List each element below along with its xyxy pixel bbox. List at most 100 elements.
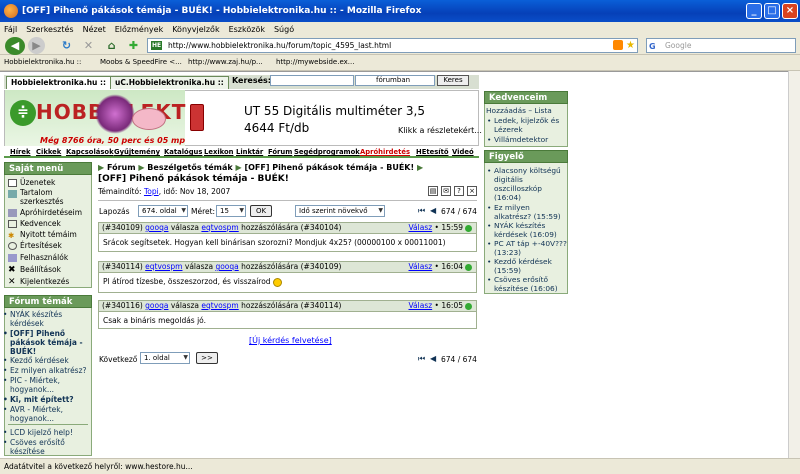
topic-link[interactable]: LCD kijelző help! — [3, 428, 90, 437]
next-page-select[interactable]: 1. oldal — [140, 352, 190, 364]
menu-tools[interactable]: Eszközök — [229, 25, 265, 34]
menu-ertesitesek[interactable]: Értesítések — [8, 241, 62, 250]
nav-cikkek[interactable]: Cikkek — [36, 148, 61, 156]
menu-tartalom[interactable]: Tartalom szerkesztés — [8, 188, 90, 206]
ad-title[interactable]: UT 55 Digitális multiméter 3,5 — [244, 104, 425, 118]
reload-icon[interactable]: ↻ — [58, 37, 75, 54]
topic-link[interactable]: Kezdő kérdések — [3, 356, 90, 365]
post-author-link[interactable]: gooqa — [145, 301, 168, 310]
prev-page-icon[interactable]: ◀ — [430, 354, 436, 363]
topic-link[interactable]: AVR - Miértek, hogyanok... — [3, 405, 90, 423]
vote-icon[interactable] — [465, 263, 472, 271]
page-select[interactable]: 674. oldal — [138, 205, 188, 217]
topic-link[interactable]: Csöves erősítő készítése — [3, 438, 90, 456]
google-icon[interactable]: G — [649, 40, 656, 53]
home-icon[interactable]: ⌂ — [103, 37, 120, 54]
menu-kedvencek[interactable]: Kedvencek — [8, 219, 61, 228]
help-icon[interactable]: ? — [454, 186, 464, 196]
nav-katalogus[interactable]: Katalógus — [164, 148, 202, 156]
mail-icon[interactable]: ✉ — [441, 186, 451, 196]
menu-beallitasok[interactable]: ✖ Beállítások — [8, 265, 61, 275]
tab-uc[interactable]: uC.Hobbielektronika.hu :: — [110, 76, 229, 89]
meta-user-link[interactable]: Topi — [144, 187, 159, 196]
watch-item[interactable]: Alacsony költségű digitális oszcilloszkó… — [487, 166, 568, 202]
ok-button[interactable]: OK — [250, 205, 272, 217]
bookmark-2[interactable]: Moobs & SpeedFire <... — [100, 58, 182, 66]
favorite-item[interactable]: Villámdetektor — [487, 135, 568, 144]
post-reply-to-link[interactable]: eqtvospm — [201, 301, 238, 310]
crumb-forum[interactable]: Fórum — [107, 163, 136, 172]
reply-link[interactable]: Válasz — [409, 223, 433, 232]
watch-item[interactable]: PC AT táp +-40V??? (13:23) — [487, 239, 568, 257]
menu-aprohirdeteseim[interactable]: Apróhirdetéseim — [8, 208, 82, 217]
maximize-button[interactable]: □ — [764, 3, 780, 19]
forward-icon[interactable]: ▶ — [28, 37, 45, 54]
watch-item[interactable]: Ez milyen alkatrész? (15:59) — [487, 203, 568, 221]
multimeter-icon[interactable] — [190, 104, 204, 131]
star-icon[interactable]: ★ — [626, 39, 635, 52]
post-reply-to-link[interactable]: eqtvospm — [201, 223, 238, 232]
post-reply-to-link[interactable]: gooqa — [215, 262, 238, 271]
crumb-category[interactable]: Beszélgetős témák — [147, 163, 232, 172]
menu-help[interactable]: Súgó — [274, 25, 294, 34]
menu-history[interactable]: Előzmények — [115, 25, 163, 34]
new-question-link[interactable]: [Új kérdés felvetése] — [249, 336, 332, 345]
site-search-scope[interactable]: fórumban — [355, 75, 435, 86]
menu-kijelentkezes[interactable]: ✕ Kijelentkezés — [8, 277, 69, 287]
topic-link[interactable]: Ki, mit épített? — [3, 395, 90, 404]
topic-link[interactable]: NYÁK készítés kérdések — [3, 310, 90, 328]
menu-felhasznalok[interactable]: Felhasználók — [8, 253, 68, 262]
watch-item[interactable]: Kezdő kérdések (15:59) — [487, 257, 568, 275]
menu-edit[interactable]: Szerkesztés — [26, 25, 73, 34]
watch-item[interactable]: NYÁK készítés kérdések (16:09) — [487, 221, 568, 239]
site-search-input[interactable] — [270, 75, 354, 86]
order-select[interactable]: Idő szerint növekvő — [295, 205, 385, 217]
search-input[interactable]: G Google — [646, 38, 796, 53]
menu-nyitott[interactable]: ✱ Nyitott témáim — [8, 230, 77, 240]
vote-icon[interactable] — [465, 302, 472, 310]
favorite-item[interactable]: Ledek, kijelzők és Lézerek — [487, 116, 568, 134]
menu-uzenetek[interactable]: Üzenetek — [8, 178, 55, 187]
minimize-button[interactable]: _ — [746, 3, 762, 19]
crumb-topic[interactable]: [OFF] Pihenő pákások témája - BUÉK! — [244, 163, 414, 172]
nav-hirek[interactable]: Hírek — [10, 148, 31, 156]
tab-hobbielektronika[interactable]: Hobbielektronika.hu :: — [6, 76, 112, 89]
stop-icon[interactable]: ✕ — [80, 37, 97, 54]
nav-linktar[interactable]: Linktár — [236, 148, 263, 156]
nav-segedprogramok[interactable]: Segédprogramok — [294, 148, 360, 156]
reply-link[interactable]: Válasz — [409, 262, 433, 271]
back-icon[interactable]: ◀ — [5, 37, 25, 55]
nav-hetesito[interactable]: HEtesítő — [416, 148, 448, 156]
reply-link[interactable]: Válasz — [409, 301, 433, 310]
nav-aprohirdetes[interactable]: Apróhirdetés — [360, 148, 410, 156]
post-author-link[interactable]: eqtvospm — [145, 262, 182, 271]
print-icon[interactable]: ▤ — [428, 186, 438, 196]
bookmark-4[interactable]: http://mywebside.ex... — [276, 58, 354, 66]
topic-link[interactable]: PIC - Miértek, hogyanok... — [3, 376, 90, 394]
menu-bookmarks[interactable]: Könyvjelzők — [172, 25, 219, 34]
nav-kapcsolasok[interactable]: Kapcsolások — [66, 148, 114, 156]
watch-item[interactable]: Csöves erősítő készítése (16:06) — [487, 275, 568, 293]
bookmark-1[interactable]: Hobbielektronika.hu :: — [4, 58, 81, 66]
menu-view[interactable]: Nézet — [83, 25, 106, 34]
nav-video[interactable]: Videó — [452, 148, 474, 156]
bookmark-3[interactable]: http://www.zaj.hu/p... — [188, 58, 263, 66]
first-page-icon[interactable]: ⏮ — [418, 354, 425, 364]
site-search-button[interactable]: Keres — [437, 75, 469, 86]
menu-file[interactable]: Fájl — [4, 25, 17, 34]
close-topic-icon[interactable]: × — [467, 186, 477, 196]
size-select[interactable]: 15 — [216, 205, 246, 217]
url-bar[interactable]: HE http://www.hobbielektronika.hu/forum/… — [147, 38, 638, 53]
nav-forum[interactable]: Fórum — [268, 148, 292, 156]
close-button[interactable]: × — [782, 3, 798, 19]
topic-link-current[interactable]: [OFF] Pihenő pákások témája - BUÉK! — [3, 329, 90, 356]
add-bookmark-icon[interactable]: ✚ — [125, 37, 142, 54]
prev-page-icon[interactable]: ◀ — [430, 206, 436, 215]
scrollbar[interactable] — [788, 71, 800, 458]
nav-gyujtemeny[interactable]: Gyűjtemény — [114, 148, 160, 156]
vote-icon[interactable] — [465, 224, 472, 232]
rss-icon[interactable] — [613, 40, 623, 50]
first-page-icon[interactable]: ⏮ — [418, 206, 425, 216]
nav-lexikon[interactable]: Lexikon — [204, 148, 234, 156]
topic-link[interactable]: Ez milyen alkatrész? — [3, 366, 90, 375]
